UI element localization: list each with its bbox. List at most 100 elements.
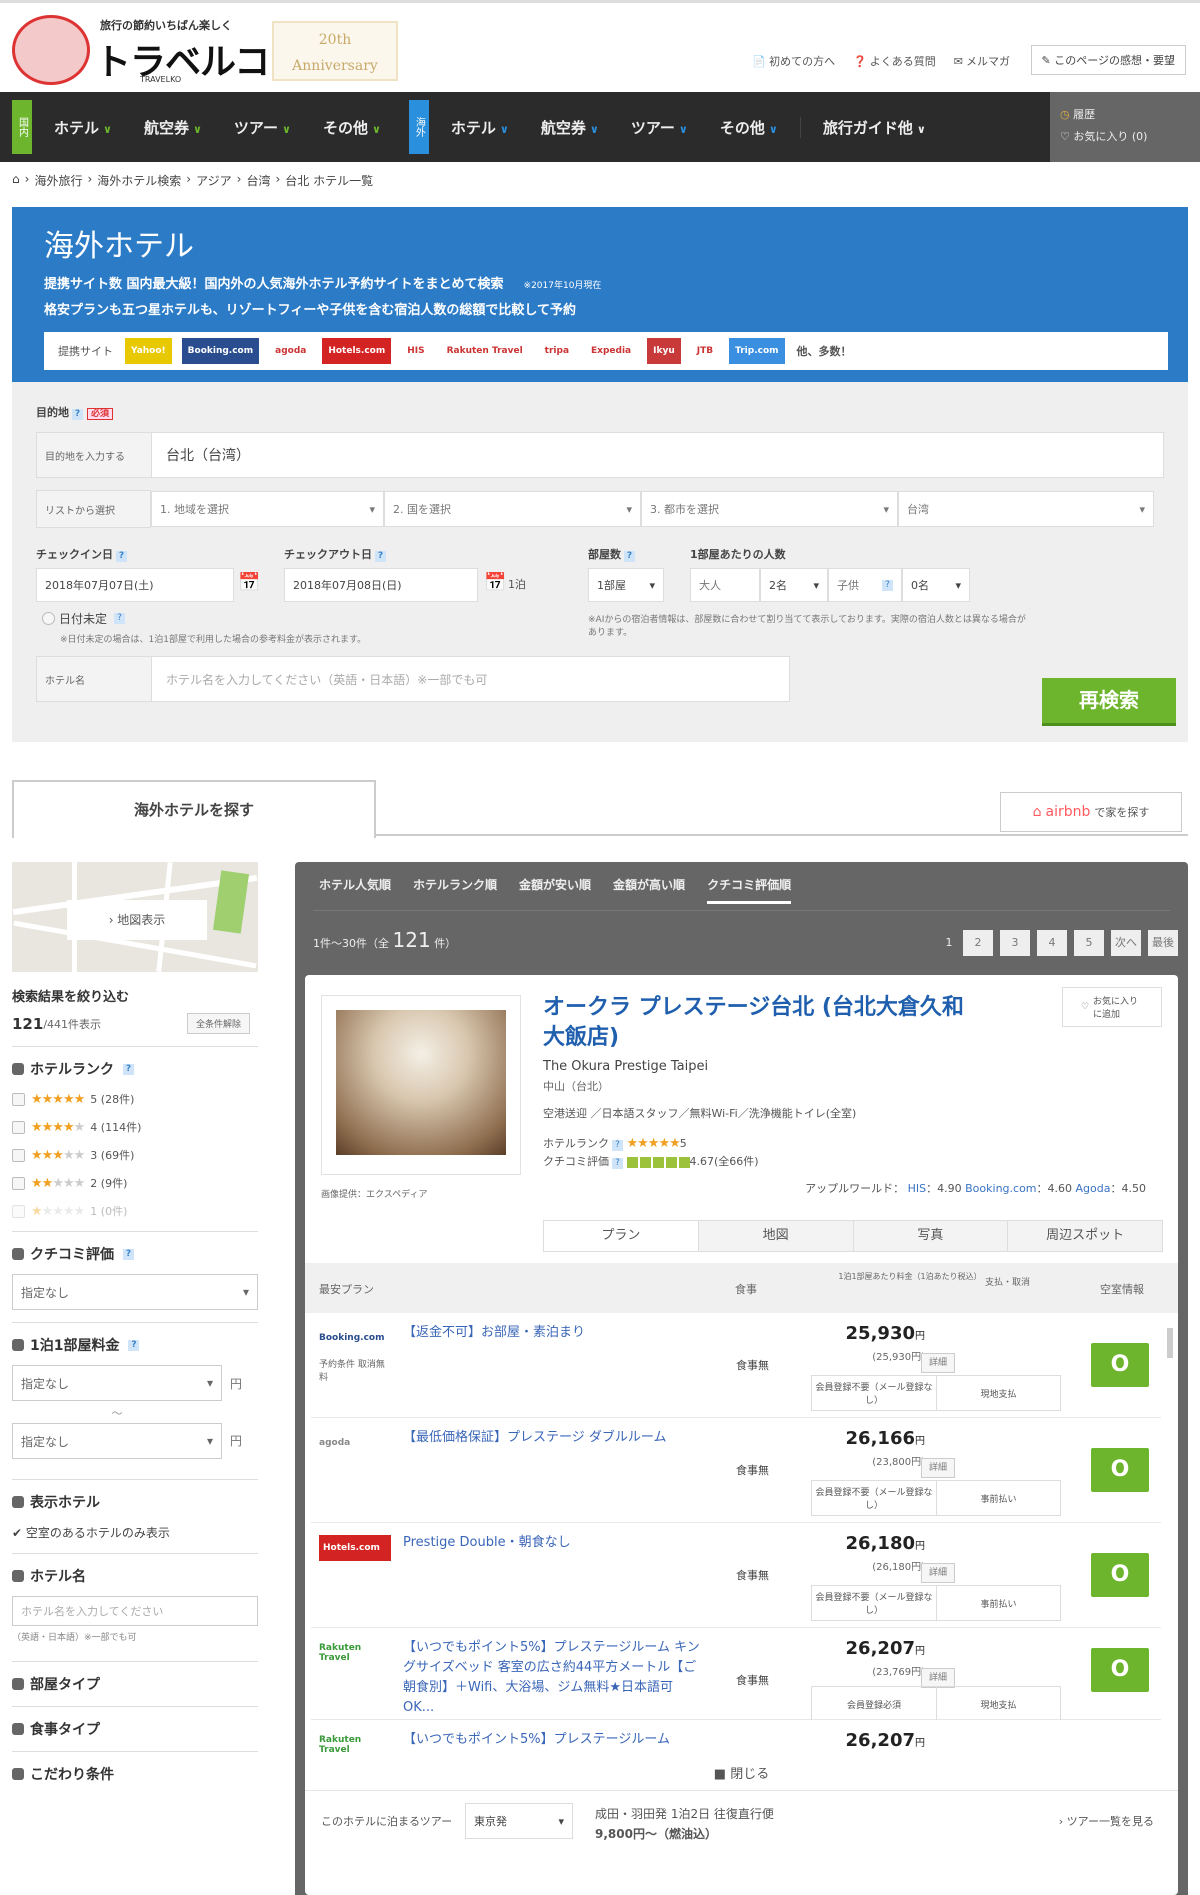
collapse-icon[interactable] [12, 1339, 24, 1351]
rooms-select[interactable]: 1部屋 ▾ [588, 568, 664, 602]
plan-detail-button[interactable]: 詳細 [921, 1668, 955, 1688]
book-button[interactable]: O [1091, 1648, 1149, 1692]
show-filter-title[interactable]: 表示ホテル [12, 1492, 258, 1512]
country-select[interactable]: 2. 国を選択 ▾ [384, 491, 641, 527]
help-icon[interactable]: ? [114, 613, 126, 624]
vacant-only-checkbox[interactable]: ✔ 空室のあるホテルのみ表示 [12, 1524, 258, 1541]
region-select[interactable]: 1. 地域を選択 ▾ [151, 491, 384, 527]
provider-logo[interactable]: Rakuten Travel [319, 1732, 391, 1753]
page-link[interactable]: 2 [963, 930, 993, 956]
breadcrumb-item[interactable]: 海外ホテル検索 [97, 172, 181, 189]
breadcrumb-item[interactable]: 海外旅行 [34, 172, 82, 189]
page-link[interactable]: 5 [1074, 930, 1104, 956]
collapse-icon[interactable] [12, 1496, 24, 1508]
collapse-icon[interactable] [12, 1678, 24, 1690]
destination-input[interactable]: 台北（台湾） [152, 445, 264, 465]
plan-name-link[interactable]: 【いつでもポイント5%】プレステージルーム [403, 1730, 703, 1750]
help-icon[interactable]: ? [116, 551, 127, 562]
clear-filters-button[interactable]: 全条件解除 [186, 1013, 250, 1034]
tab-plan[interactable]: プラン [544, 1221, 698, 1251]
provider-logo[interactable]: Hotels.com [319, 1535, 391, 1561]
header-link-faq[interactable]: ❓ よくある質問 [853, 53, 936, 69]
help-icon[interactable]: ? [375, 551, 386, 562]
help-icon[interactable]: ? [612, 1140, 623, 1151]
nav-domestic-hotel[interactable]: ホテル ∨ [38, 117, 128, 138]
help-icon[interactable]: ? [128, 1339, 140, 1351]
provider-logo[interactable]: agoda [319, 1430, 391, 1456]
checkout-input[interactable]: 2018年07月08日(日) [284, 568, 478, 602]
help-icon[interactable]: ? [882, 579, 893, 591]
collapse-icon[interactable] [12, 1768, 24, 1780]
hotel-name-field[interactable]: ホテル名 ホテル名を入力してください（英語・日本語）※一部でも可 [36, 656, 790, 702]
room-type-filter-title[interactable]: 部屋タイプ [12, 1674, 258, 1694]
feedback-button[interactable]: ✎ このページの感想・要望 [1030, 45, 1186, 75]
nav-domestic-tour[interactable]: ツアー ∨ [218, 117, 307, 138]
collapse-icon[interactable] [12, 1570, 24, 1582]
nav-guide[interactable]: 旅行ガイド他 ∨ [799, 116, 942, 138]
price-min-select[interactable]: 指定なし ▾ [12, 1365, 222, 1401]
checkbox[interactable] [12, 1176, 25, 1190]
checkbox[interactable] [42, 612, 55, 625]
help-icon[interactable]: ? [123, 1248, 134, 1260]
sort-tab[interactable]: ホテル人気順 [319, 876, 391, 904]
name-filter-title[interactable]: ホテル名 [12, 1566, 258, 1586]
provider-logo[interactable]: Rakuten Travel [319, 1640, 391, 1666]
nav-domestic-other[interactable]: その他 ∨ [307, 117, 397, 138]
sort-tab[interactable]: 金額が安い順 [519, 876, 591, 904]
tab-nearby[interactable]: 周辺スポット [1007, 1221, 1162, 1251]
checkbox[interactable] [12, 1204, 25, 1218]
plan-detail-button[interactable]: 詳細 [921, 1563, 955, 1583]
logo-icon[interactable] [12, 15, 90, 85]
plan-scrollbar[interactable] [1165, 1320, 1175, 1745]
city-select[interactable]: 3. 都市を選択 ▾ [641, 491, 898, 527]
page-link[interactable]: 次へ [1111, 930, 1141, 956]
price-max-select[interactable]: 指定なし ▾ [12, 1423, 222, 1459]
provider-logo[interactable]: Booking.com [319, 1325, 391, 1351]
tab-overseas-hotel[interactable]: 海外ホテルを探す [12, 780, 376, 838]
collapse-icon[interactable] [12, 1723, 24, 1735]
plan-name-link[interactable]: Prestige Double・朝食なし [403, 1533, 703, 1553]
tour-list-link[interactable]: › ツアー一覧を見る [1059, 1813, 1154, 1829]
tab-map[interactable]: 地図 [697, 1221, 853, 1251]
plan-name-link[interactable]: 【最低価格保証】プレステージ ダブルルーム [403, 1428, 703, 1448]
breadcrumb-item[interactable]: アジア [196, 172, 232, 189]
help-icon[interactable]: ? [72, 409, 83, 420]
airbnb-button[interactable]: ⌂ airbnb で家を探す [1000, 792, 1182, 832]
nav-overseas-other[interactable]: その他 ∨ [704, 117, 794, 138]
plan-detail-button[interactable]: 詳細 [921, 1458, 955, 1478]
collapse-icon[interactable] [12, 1063, 24, 1075]
research-button[interactable]: 再検索 [1042, 678, 1176, 726]
hotel-name-link[interactable]: オークラ プレステージ台北 (台北大倉久和大飯店) [543, 993, 983, 1053]
checkbox[interactable] [12, 1148, 25, 1162]
home-icon[interactable]: ⌂ [12, 172, 20, 189]
page-link[interactable]: 3 [1000, 930, 1030, 956]
add-favorite-button[interactable]: ♡ お気に入りに追加 [1062, 987, 1162, 1027]
destination-field[interactable]: 目的地を入力する 台北（台湾） [36, 432, 1164, 478]
tour-origin-select[interactable]: 東京発 ▾ [465, 1803, 573, 1839]
adults-select[interactable]: 2名 ▾ [760, 568, 828, 602]
close-plans-button[interactable]: ■ 閉じる [305, 1763, 1178, 1782]
nav-overseas-tour[interactable]: ツアー ∨ [615, 117, 704, 138]
help-icon[interactable]: ? [612, 1158, 623, 1169]
help-icon[interactable]: ? [123, 1063, 134, 1075]
page-link[interactable]: 最後 [1148, 930, 1178, 956]
sort-tab[interactable]: クチコミ評価順 [707, 876, 792, 904]
nav-overseas-hotel[interactable]: ホテル ∨ [435, 117, 525, 138]
review-filter-title[interactable]: クチコミ評価? [12, 1244, 258, 1264]
tab-photos[interactable]: 写真 [852, 1221, 1008, 1251]
history-link[interactable]: ◷ 履歴 [1060, 104, 1190, 126]
children-select[interactable]: 0名 ▾ [902, 568, 970, 602]
checkbox[interactable] [12, 1120, 25, 1134]
checkbox[interactable] [12, 1092, 25, 1106]
map-preview[interactable]: › 地図表示 [12, 862, 258, 972]
nav-domestic-air[interactable]: 航空券 ∨ [128, 117, 218, 138]
hotel-photo-frame[interactable] [321, 995, 521, 1175]
rank-filter-option[interactable]: ★★★★★ 4 (114件) [12, 1119, 258, 1135]
special-filter-title[interactable]: こだわり条件 [12, 1764, 258, 1784]
book-button[interactable]: O [1091, 1343, 1149, 1387]
breadcrumb-item[interactable]: 台湾 [246, 172, 270, 189]
favorites-link[interactable]: ♡ お気に入り (0) [1060, 126, 1190, 148]
external-site-link[interactable]: Agoda [1076, 1182, 1111, 1195]
book-button[interactable]: O [1091, 1448, 1149, 1492]
hotel-photo[interactable] [336, 1010, 506, 1155]
